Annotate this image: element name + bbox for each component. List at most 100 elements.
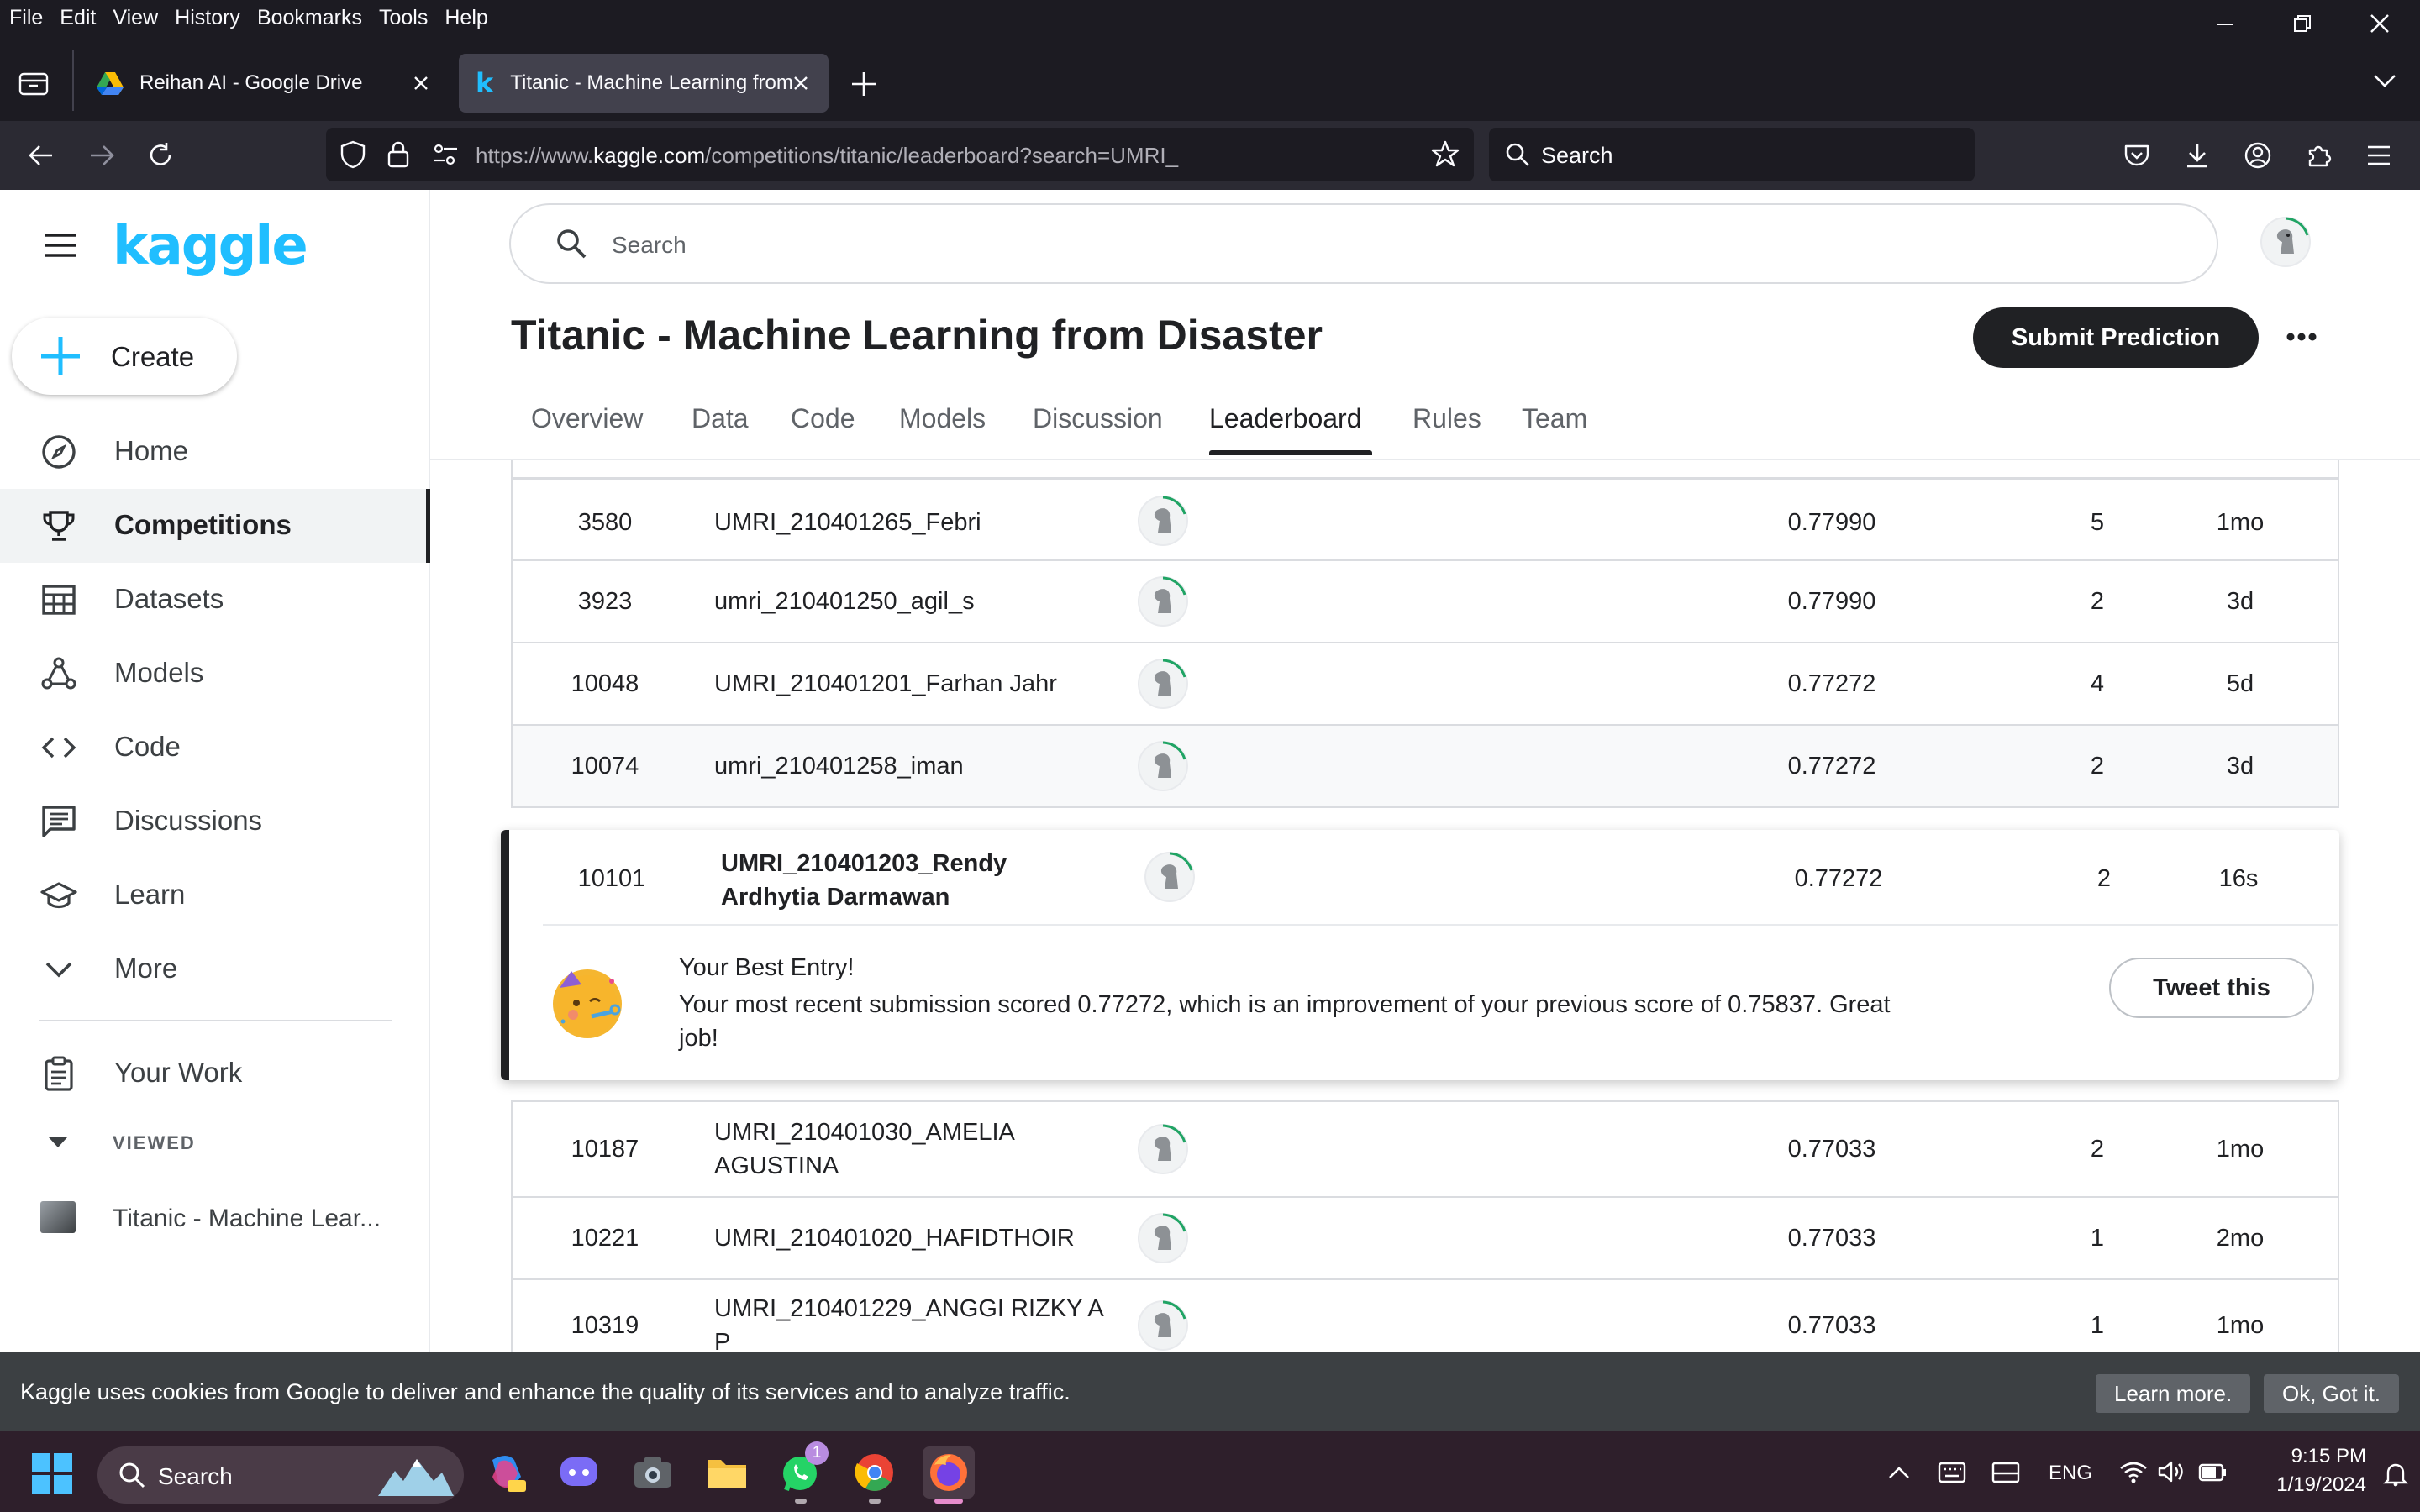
language-indicator[interactable]: ENG [2049,1462,2092,1485]
menu-edit[interactable]: Edit [51,6,104,30]
team-name[interactable]: UMRI_210401203_Rendy Ardhytia Darmawan [721,847,1099,914]
tab-team[interactable]: Team [1522,403,1587,434]
shield-icon[interactable] [339,140,366,169]
kaggle-search-input[interactable]: Search [509,203,2218,284]
team-member-avatar[interactable] [1138,741,1188,791]
lock-icon[interactable] [387,139,410,168]
learn-more-button[interactable]: Learn more. [2096,1374,2251,1413]
url-text[interactable]: https://www.kaggle.com/competitions/tita… [476,143,1178,169]
wifi-icon[interactable] [2119,1460,2148,1483]
team-name[interactable]: UMRI_210401020_HAFIDTHOIR [714,1221,1134,1255]
table-row[interactable]: 3580 UMRI_210401265_Febri 0.77990 5 1mo [511,479,2339,561]
team-member-avatar[interactable] [1138,1124,1188,1174]
team-name[interactable]: UMRI_210401030_AMELIA AGUSTINA [714,1116,1109,1183]
account-button[interactable] [2240,138,2275,173]
create-button[interactable]: Create [12,318,237,395]
copilot-app[interactable] [481,1446,533,1499]
tab-kaggle-titanic[interactable]: k Titanic - Machine Learning from Disast… [459,54,829,113]
collapse-arrow-icon[interactable] [47,1136,69,1149]
menu-bookmarks[interactable]: Bookmarks [249,6,371,30]
clock-time[interactable]: 9:15 PM [2274,1445,2366,1468]
sidebar-item-models[interactable]: Models [0,637,429,711]
tab-discussion[interactable]: Discussion [1033,403,1163,434]
camera-app[interactable] [627,1446,679,1499]
permissions-icon[interactable] [432,142,459,167]
volume-icon[interactable] [2158,1460,2186,1483]
file-explorer-app[interactable] [701,1446,753,1499]
menu-view[interactable]: View [104,6,166,30]
team-member-avatar[interactable] [1144,852,1195,902]
clock-date[interactable]: 1/19/2024 [2244,1473,2366,1497]
menu-file[interactable]: File [0,6,51,30]
sidebar-item-competitions[interactable]: Competitions [0,489,430,563]
team-name[interactable]: UMRI_210401229_ANGGI RIZKY A P [714,1292,1109,1359]
tab-rules[interactable]: Rules [1413,403,1481,434]
downloads-button[interactable] [2180,138,2215,173]
table-row[interactable]: 10074 umri_210401258_iman 0.77272 2 3d [511,726,2339,808]
menu-history[interactable]: History [166,6,249,30]
sidebar-item-learn[interactable]: Learn [0,858,429,932]
tab-overview-icon[interactable] [18,69,49,100]
bookmark-star-icon[interactable] [1430,139,1460,170]
back-button[interactable] [24,138,59,173]
notification-bell-icon[interactable] [2383,1462,2408,1487]
taskbar-search[interactable]: Search [97,1446,464,1504]
chrome-app[interactable] [849,1446,901,1504]
team-name[interactable]: umri_210401258_iman [714,749,1134,783]
kaggle-logo[interactable]: kaggle [113,215,308,277]
pocket-button[interactable] [2119,138,2154,173]
firefox-app[interactable] [923,1446,975,1504]
forward-button[interactable] [84,138,119,173]
team-name[interactable]: UMRI_210401201_Farhan Jahr [714,667,1134,701]
windows-start-button[interactable] [32,1453,72,1498]
table-row[interactable]: 10187 UMRI_210401030_AMELIA AGUSTINA 0.7… [511,1100,2339,1198]
tab-close-icon[interactable] [788,71,813,96]
reload-button[interactable] [143,138,178,173]
sidebar-item-discussions[interactable]: Discussions [0,785,429,858]
sidebar-item-datasets[interactable]: Datasets [0,563,429,637]
team-name[interactable]: umri_210401250_agil_s [714,585,1134,618]
tab-models[interactable]: Models [899,403,986,434]
table-row[interactable]: 3923 umri_210401250_agil_s 0.77990 2 3d [511,561,2339,643]
sidebar-item-home[interactable]: Home [0,415,429,489]
list-all-tabs-button[interactable] [2371,71,2398,95]
extensions-button[interactable] [2301,138,2336,173]
display-icon[interactable] [1991,1462,2020,1485]
entries: 2 [2096,865,2112,892]
sidebar-item-your-work[interactable]: Your Work [0,1037,429,1110]
menu-tools[interactable]: Tools [371,6,436,30]
sidebar-item-more[interactable]: More [0,932,429,1006]
team-name[interactable]: UMRI_210401265_Febri [714,506,1134,539]
tab-overview[interactable]: Overview [531,403,643,434]
tab-data[interactable]: Data [692,403,749,434]
sidebar-toggle-button[interactable] [44,232,77,263]
table-row[interactable]: 10221 UMRI_210401020_HAFIDTHOIR 0.77033 … [511,1198,2339,1280]
tab-close-icon[interactable] [408,71,434,96]
ok-got-it-button[interactable]: Ok, Got it. [2264,1374,2400,1413]
url-bar[interactable]: https://www.kaggle.com/competitions/tita… [326,128,1474,181]
team-member-avatar[interactable] [1138,496,1188,546]
team-member-avatar[interactable] [1138,659,1188,709]
tweet-this-button[interactable]: Tweet this [2109,958,2314,1018]
whatsapp-app[interactable]: 1 [775,1441,829,1504]
team-member-avatar[interactable] [1138,576,1188,627]
tab-google-drive[interactable]: Reihan AI - Google Drive [81,54,449,113]
user-avatar[interactable] [2260,217,2311,267]
app-menu-button[interactable] [2361,138,2396,173]
keyboard-icon[interactable] [1938,1462,1966,1483]
team-member-avatar[interactable] [1138,1213,1188,1263]
submit-prediction-button[interactable]: Submit Prediction [1973,307,2259,368]
table-row[interactable]: 10048 UMRI_210401201_Farhan Jahr 0.77272… [511,643,2339,726]
battery-icon[interactable] [2198,1463,2227,1482]
chevron-up-icon[interactable] [1887,1465,1911,1480]
browser-search-box[interactable]: Search [1489,128,1975,181]
team-member-avatar[interactable] [1138,1300,1188,1351]
new-tab-button[interactable] [849,69,879,103]
menu-help[interactable]: Help [436,6,496,30]
viewed-item-titanic[interactable]: Titanic - Machine Lear... [0,1191,429,1243]
tab-leaderboard[interactable]: Leaderboard [1209,403,1361,434]
more-options-button[interactable] [2281,316,2323,358]
tab-code[interactable]: Code [791,403,855,434]
sidebar-item-code[interactable]: Code [0,711,429,785]
discord-app[interactable] [553,1446,605,1499]
